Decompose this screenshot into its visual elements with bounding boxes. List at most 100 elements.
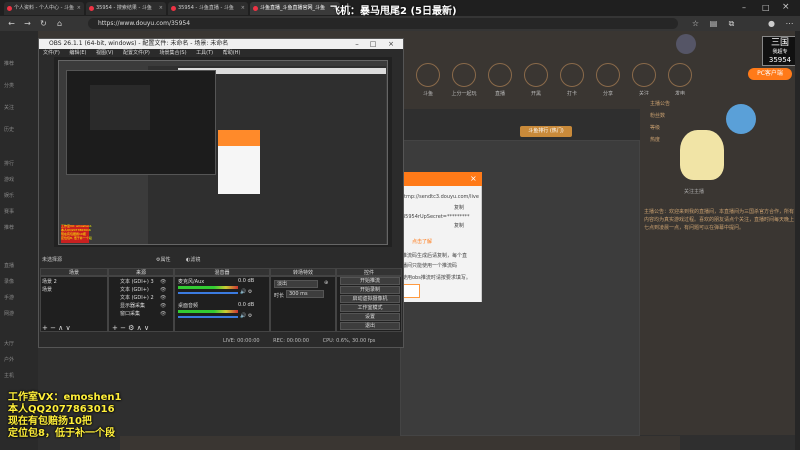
maximize-icon[interactable]: □: [366, 39, 380, 49]
properties-button[interactable]: ⚙属性: [156, 256, 171, 263]
sidebar-item[interactable]: 排行: [4, 160, 36, 167]
menu-tools[interactable]: 工具(T): [196, 50, 213, 56]
share-icon[interactable]: [596, 63, 620, 87]
close-icon[interactable]: ×: [77, 2, 81, 15]
sidebar-item[interactable]: 手游: [4, 294, 36, 301]
gift-bar[interactable]: [120, 436, 680, 450]
browser-tab[interactable]: 35954 - 斗鱼直播 - 斗鱼 ×: [168, 2, 248, 15]
tab-favicon-icon: [253, 6, 258, 11]
settings-button[interactable]: 设置: [340, 313, 400, 321]
duration-input[interactable]: 300 ms: [286, 290, 324, 298]
sidebar-item[interactable]: 推荐: [4, 224, 36, 231]
pc-client-button[interactable]: PC客户端: [748, 68, 792, 80]
mixer-channel-db: 0.0 dB: [238, 278, 255, 284]
collections-icon[interactable]: ▤: [708, 18, 719, 29]
sidebar-item[interactable]: 游戏: [4, 176, 36, 183]
minimize-icon[interactable]: –: [350, 39, 364, 49]
address-bar[interactable]: https://www.douyu.com/35954: [88, 18, 678, 29]
copy-url-button[interactable]: 复制: [454, 204, 464, 211]
sidebar-item[interactable]: 录像: [4, 278, 36, 285]
start-recording-button[interactable]: 开始录制: [340, 286, 400, 294]
sidebar-item[interactable]: 历史: [4, 126, 36, 133]
profile-icon[interactable]: ●: [766, 18, 777, 29]
refresh-icon[interactable]: ↻: [38, 18, 49, 29]
logo-text: 我超专: [772, 49, 788, 55]
transition-select[interactable]: 淡出: [274, 280, 318, 288]
extensions-icon[interactable]: ⧉: [726, 18, 737, 29]
browser-tab-active[interactable]: 斗鱼直播_斗鱼直播官网_斗鱼 ×: [250, 2, 340, 15]
close-window-icon[interactable]: ×: [782, 2, 790, 12]
sidebar-item[interactable]: 网游: [4, 310, 36, 317]
channel-logo: 三国 我超专 35954: [762, 36, 798, 66]
scene-add-remove[interactable]: + − ∧ ∨: [42, 324, 71, 332]
sidebar-item[interactable]: 大厅: [4, 340, 36, 347]
announcement-text: 主播公告：欢迎来到我的直播间，本直播间为三国杀官方合作，所有内容均为真实游戏过程…: [644, 209, 795, 231]
volume-meter: [178, 286, 238, 289]
virtual-camera-button[interactable]: 启动虚拟摄像机: [340, 295, 400, 303]
dialog-input[interactable]: [402, 284, 420, 298]
menu-help[interactable]: 帮助(H): [223, 50, 241, 56]
sidebar-item[interactable]: 直播: [4, 262, 36, 269]
nested-obs-preview: [90, 85, 150, 130]
sidebar-item[interactable]: 主机: [4, 372, 36, 379]
close-icon[interactable]: ×: [470, 174, 477, 183]
browser-tab[interactable]: 35954 - 搜索结果 - 斗鱼 ×: [86, 2, 166, 15]
source-add-remove[interactable]: + − ⚙ ∧ ∨: [112, 324, 149, 332]
close-icon[interactable]: ×: [384, 39, 398, 49]
rank-badge[interactable]: 斗鱼排行 (热门): [520, 126, 572, 137]
copy-key-button[interactable]: 复制: [454, 222, 464, 229]
menu-scene-collection[interactable]: 场景集合(S): [159, 50, 186, 56]
sidebar-item[interactable]: 分类: [4, 82, 36, 89]
menu-file[interactable]: 文件(F): [43, 50, 60, 56]
sidebar-item[interactable]: 推荐: [4, 60, 36, 67]
volume-slider[interactable]: [178, 316, 238, 318]
source-item[interactable]: 窗口采集: [120, 310, 140, 317]
source-item[interactable]: 显示器采集: [120, 302, 145, 309]
source-item[interactable]: 文本 (GDI+) 3: [120, 278, 154, 285]
back-icon[interactable]: ←: [6, 18, 17, 29]
sidebar-item[interactable]: 娱乐: [4, 192, 36, 199]
avatar[interactable]: [676, 34, 696, 54]
menu-edit[interactable]: 编辑(E): [69, 50, 86, 56]
source-item[interactable]: 文本 (GDI+): [120, 286, 149, 293]
team-icon[interactable]: [524, 63, 548, 87]
source-visibility-icons[interactable]: 👁 👁 👁 👁 👁: [160, 278, 166, 318]
scene-item[interactable]: 场景: [42, 286, 52, 293]
add-transition-icon[interactable]: ⊕: [324, 280, 328, 286]
exit-button[interactable]: 退出: [340, 322, 400, 330]
source-item[interactable]: 文本 (GDI+) 2: [120, 294, 154, 301]
filters-button[interactable]: ◐滤镜: [186, 256, 200, 263]
sidebar-item[interactable]: 户外: [4, 356, 36, 363]
transitions-dock-header: 转场特效: [270, 268, 336, 276]
power-icon[interactable]: [668, 63, 692, 87]
sidebar-item[interactable]: 关注: [4, 104, 36, 111]
page-scrollbar[interactable]: [795, 31, 800, 450]
start-streaming-button[interactable]: 开始推流: [340, 277, 400, 285]
dialog-note: 使用obs推流时请按要求填写。: [402, 275, 471, 281]
volume-slider[interactable]: [178, 292, 238, 294]
scene-item[interactable]: 场景 2: [42, 278, 57, 285]
checkin-icon[interactable]: [560, 63, 584, 87]
sidebar-item[interactable]: 赛事: [4, 208, 36, 215]
menu-profile[interactable]: 配置文件(P): [123, 50, 150, 56]
close-icon[interactable]: ×: [241, 2, 245, 15]
browser-tab[interactable]: 个人资料 - 个人中心 - 斗鱼 ×: [4, 2, 84, 15]
minimize-icon[interactable]: –: [742, 3, 746, 12]
game-icon[interactable]: [452, 63, 476, 87]
close-icon[interactable]: ×: [159, 2, 163, 15]
forward-icon[interactable]: →: [22, 18, 33, 29]
learn-more-link[interactable]: 点击了解: [412, 238, 432, 245]
menu-view[interactable]: 视图(V): [96, 50, 113, 56]
icon-label: 开黑: [530, 91, 541, 97]
maximize-icon[interactable]: □: [762, 3, 770, 12]
follow-icon[interactable]: [632, 63, 656, 87]
studio-mode-button[interactable]: 工作室模式: [340, 304, 400, 312]
home-icon[interactable]: ⌂: [54, 18, 65, 29]
speaker-icon[interactable]: 🔊 ⚙: [240, 289, 252, 295]
gift-icon[interactable]: [416, 63, 440, 87]
favorites-icon[interactable]: ☆: [690, 18, 701, 29]
more-icon[interactable]: ⋯: [784, 18, 795, 29]
live-icon[interactable]: [488, 63, 512, 87]
speaker-icon[interactable]: 🔊 ⚙: [240, 313, 252, 319]
tab-favicon-icon: [171, 6, 176, 11]
